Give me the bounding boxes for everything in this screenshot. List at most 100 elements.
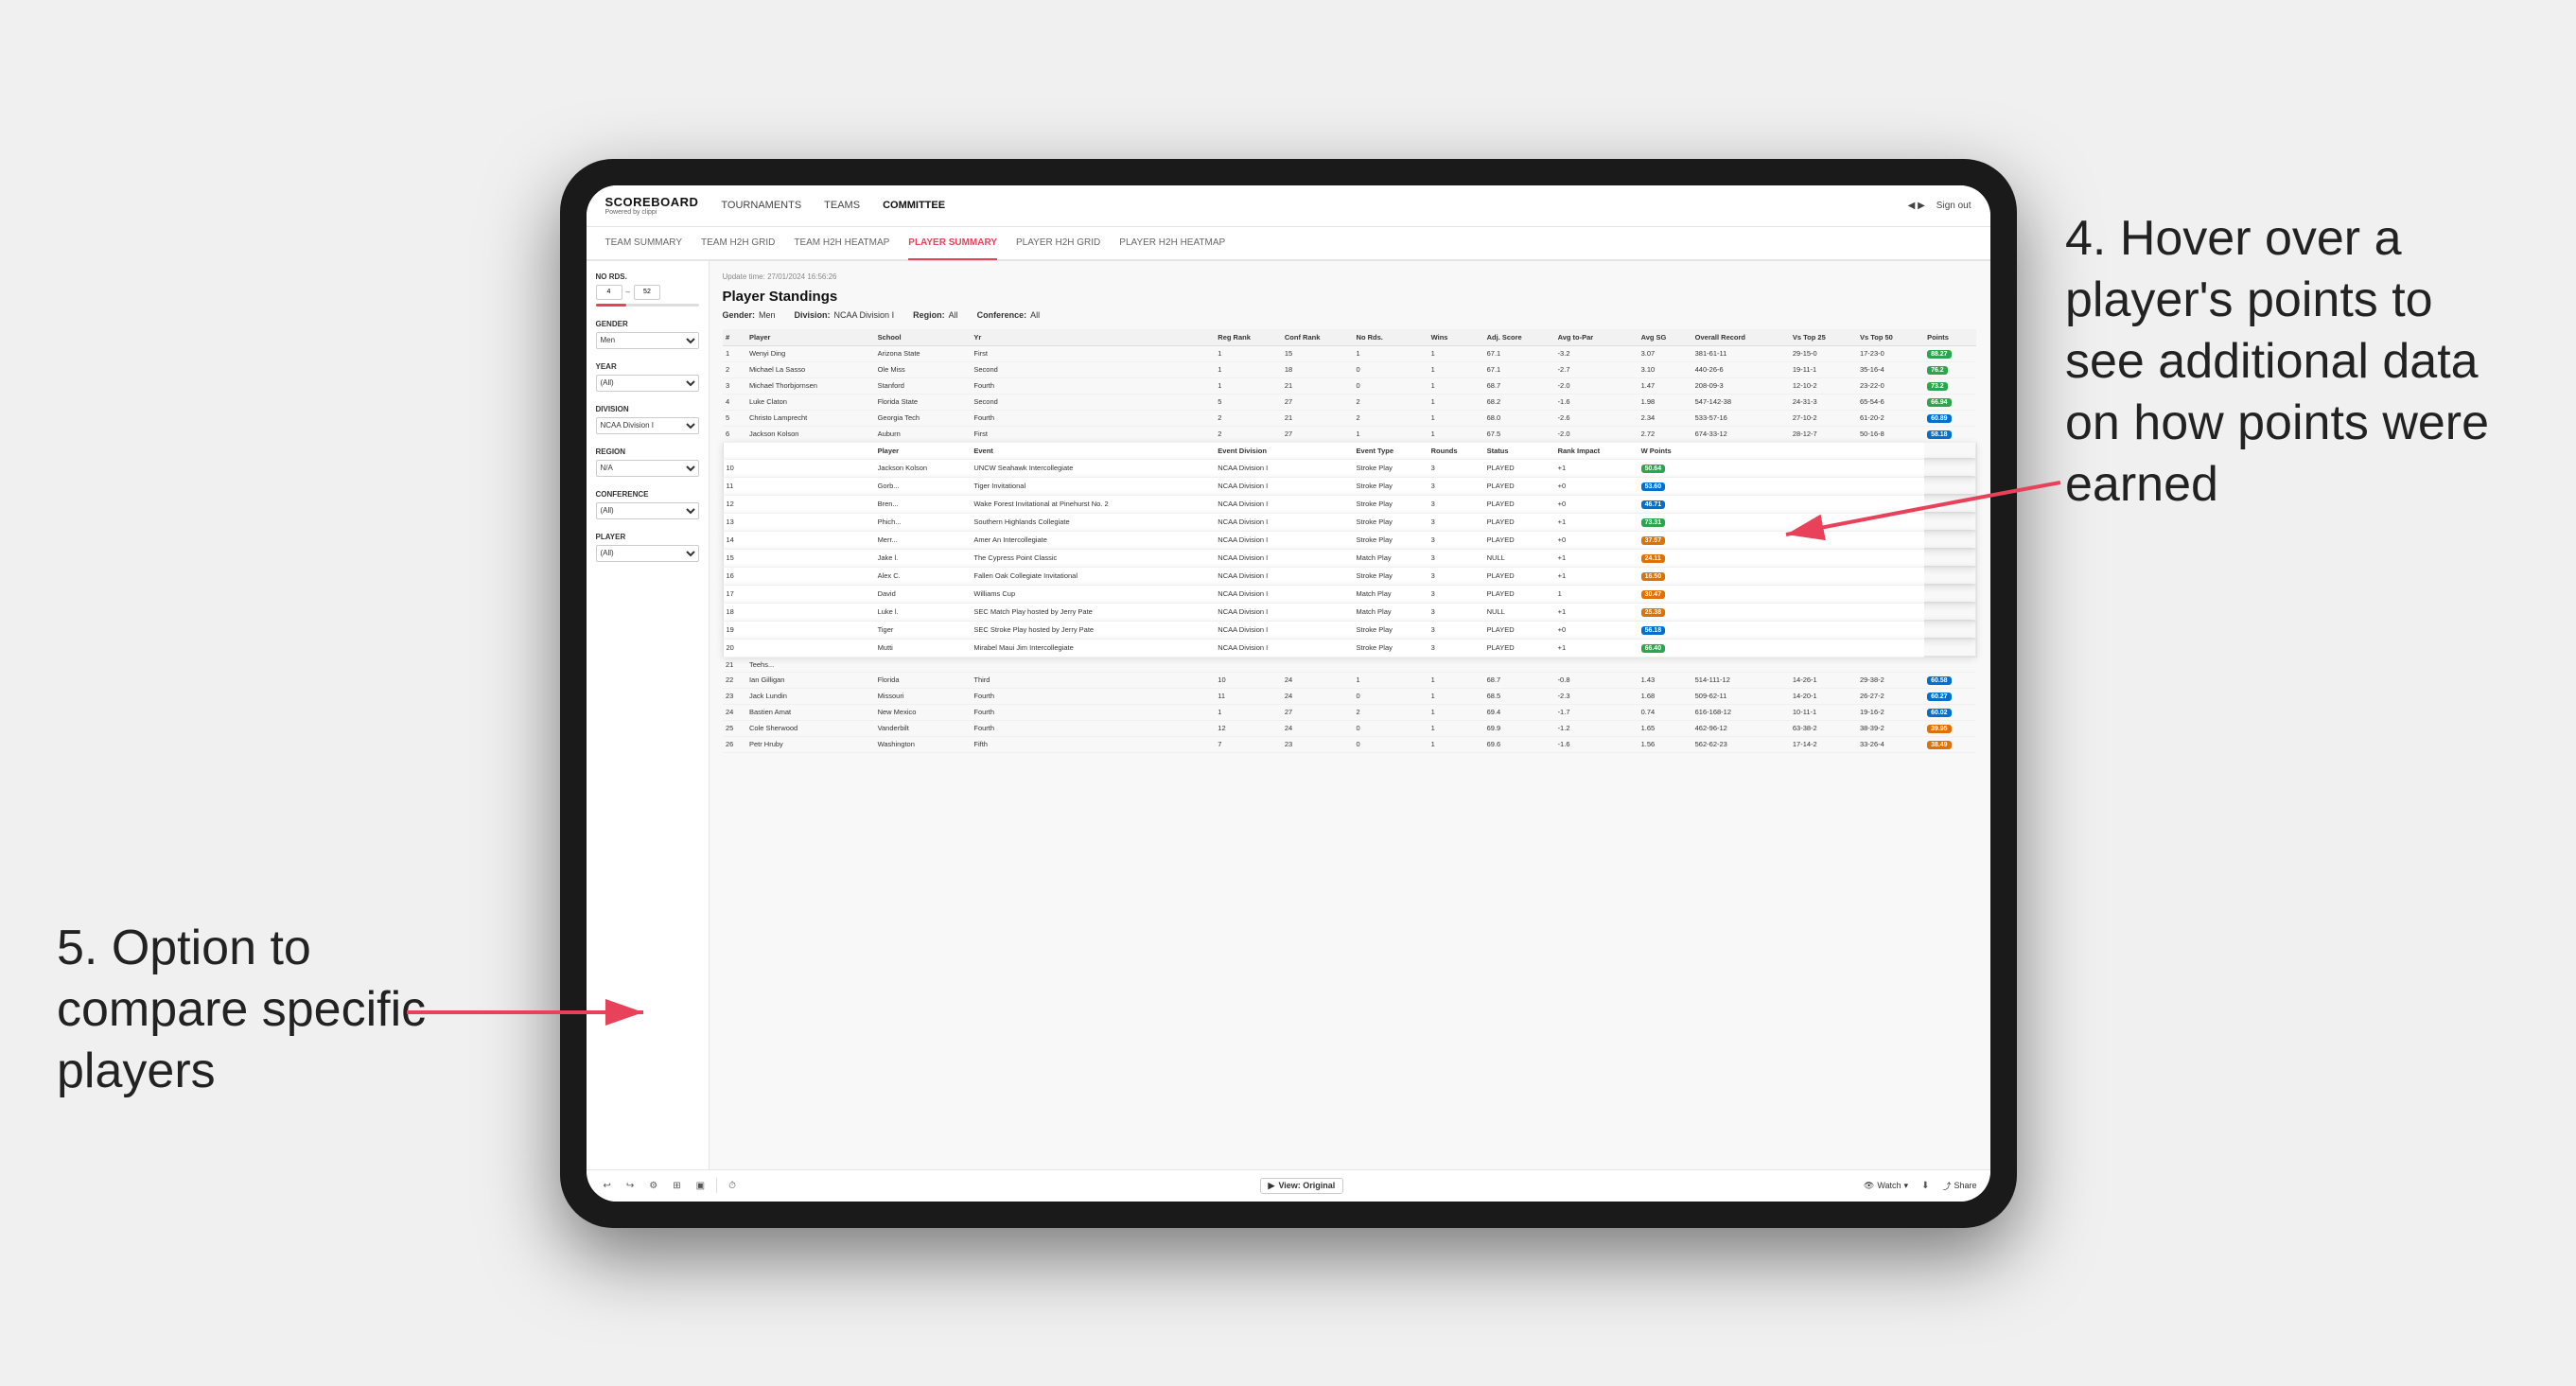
tab-player-h2h-grid[interactable]: PLAYER H2H GRID [1016,228,1100,260]
share-button[interactable]: ⤴ Share [1942,1180,1976,1192]
filter-year-select[interactable]: (All) [596,375,699,392]
col-wins: Wins [1428,329,1484,346]
points-badge[interactable]: 73.2 [1927,382,1948,391]
top-nav: SCOREBOARD Powered by clippi TOURNAMENTS… [587,185,1990,227]
filter-conference-select[interactable]: (All) [596,502,699,519]
region-value: All [949,310,958,320]
points-badge[interactable]: 60.27 [1927,693,1952,701]
share-icon: ⤴ [1942,1180,1951,1192]
view-icon: ▶ [1269,1181,1275,1191]
col-rank: # [723,329,746,346]
col-overall: Overall Record [1692,329,1790,346]
col-avg-topar: Avg to-Par [1555,329,1638,346]
filter-no-rds: No Rds. – [596,272,699,307]
tab-player-h2h-heatmap[interactable]: PLAYER H2H HEATMAP [1119,228,1225,260]
col-adj-score: Adj. Score [1484,329,1555,346]
filter-division: Division NCAA Division I [596,405,699,434]
settings-button[interactable]: ⚙ [645,1179,661,1193]
col-conf-rank: Conf Rank [1282,329,1354,346]
toolbar-center: ▶ View: Original [751,1178,1852,1194]
filter-no-rds-max[interactable] [634,285,660,300]
points-badge[interactable]: 60.02 [1927,709,1952,717]
nav-divider: ◀ ▶ [1908,201,1925,211]
points-badge[interactable]: 76.2 [1927,366,1948,375]
filter-gender-select[interactable]: Men Women [596,332,699,349]
filter-gender: Gender Men Women [596,320,699,349]
col-points: Points [1924,329,1976,346]
paste-button[interactable]: ▣ [692,1179,709,1193]
standings-panel: Update time: 27/01/2024 16:56:26 Player … [710,261,1990,1169]
table-row: 3 Michael Thorbjornsen Stanford Fourth 1… [723,377,1976,394]
arrow-player-filter [397,984,662,1041]
points-badge[interactable]: 39.95 [1927,725,1952,733]
table-row: 25 Cole Sherwood Vanderbilt Fourth 12 24… [723,720,1976,736]
table-row: 2 Michael La Sasso Ole Miss Second 1 18 … [723,361,1976,377]
timer-button[interactable]: ⏱ [725,1179,740,1193]
nav-tournaments[interactable]: TOURNAMENTS [721,200,801,211]
nav-committee[interactable]: COMMITTEE [883,200,945,211]
slider-bar [596,304,699,307]
col-vs-top25: Vs Top 25 [1790,329,1857,346]
col-school: School [875,329,972,346]
eye-icon: 👁 [1864,1181,1874,1191]
points-badge[interactable]: 60.89 [1927,414,1952,423]
tab-team-summary[interactable]: TEAM SUMMARY [605,228,683,260]
nav-teams[interactable]: TEAMS [824,200,860,211]
col-no-rds: No Rds. [1354,329,1428,346]
table-row: 22 Ian Gilligan Florida Third 10 24 1 1 … [723,672,1976,688]
tab-player-summary[interactable]: PLAYER SUMMARY [908,228,997,260]
arrow-hover-points [1767,464,2070,558]
points-badge[interactable]: 58.18 [1927,430,1952,439]
redo-button[interactable]: ↪ [622,1179,638,1193]
filter-player-label: Player [596,533,699,541]
filter-player-select[interactable]: (All) [596,545,699,562]
sign-out-link[interactable]: Sign out [1936,201,1971,211]
view-original-button[interactable]: ▶ View: Original [1260,1178,1344,1194]
filter-division-select[interactable]: NCAA Division I [596,417,699,434]
filter-division-label: Division [596,405,699,413]
filter-no-rds-min[interactable] [596,285,622,300]
table-row: 5 Christo Lamprecht Georgia Tech Fourth … [723,410,1976,426]
table-row: 23 Jack Lundin Missouri Fourth 11 24 0 1… [723,688,1976,704]
col-avg-sg: Avg SG [1638,329,1692,346]
points-badge[interactable]: 38.49 [1927,741,1952,749]
filter-year: Year (All) [596,362,699,392]
filter-year-label: Year [596,362,699,371]
watch-button[interactable]: 👁 Watch ▾ [1864,1181,1908,1191]
filter-gender-label: Gender [596,320,699,328]
col-player: Player [746,329,875,346]
division-value: NCAA Division I [834,310,895,320]
col-vs-top50: Vs Top 50 [1857,329,1924,346]
tooltip-row: 18 Luke l. SEC Match Play hosted by Jerr… [723,603,1976,621]
tooltip-row: 19 Tiger SEC Stroke Play hosted by Jerry… [723,621,1976,639]
filter-conference: Conference (All) [596,490,699,519]
points-badge[interactable]: 66.94 [1927,398,1952,407]
filter-conference-label: Conference [596,490,699,499]
nav-links: TOURNAMENTS TEAMS COMMITTEE [721,200,1907,211]
table-row: 6 Jackson Kolson Auburn First 2 27 1 1 6… [723,426,1976,442]
tooltip-row: 16 Alex C. Fallen Oak Collegiate Invitat… [723,567,1976,585]
points-badge[interactable]: 88.27 [1927,350,1952,359]
tooltip-header-row: Player Event Event Division Event Type R… [723,442,1976,459]
undo-button[interactable]: ↩ [600,1179,615,1193]
logo-text: SCOREBOARD [605,196,699,208]
filter-region-select[interactable]: N/A [596,460,699,477]
tab-team-h2h-heatmap[interactable]: TEAM H2H HEATMAP [794,228,889,260]
annotation-compare-players: 5. Option to compare specific players [57,918,454,1102]
sub-nav: TEAM SUMMARY TEAM H2H GRID TEAM H2H HEAT… [587,227,1990,261]
table-row: 4 Luke Claton Florida State Second 5 27 … [723,394,1976,410]
points-badge[interactable]: 60.58 [1927,676,1952,685]
table-row: 26 Petr Hruby Washington Fifth 7 23 0 1 … [723,736,1976,752]
tablet-frame: SCOREBOARD Powered by clippi TOURNAMENTS… [560,159,2017,1228]
download-button[interactable]: ⬇ [1918,1179,1933,1193]
slider-fill [596,304,627,307]
tablet-screen: SCOREBOARD Powered by clippi TOURNAMENTS… [587,185,1990,1202]
table-row: 24 Bastien Amat New Mexico Fourth 1 27 2… [723,704,1976,720]
tab-team-h2h-grid[interactable]: TEAM H2H GRID [701,228,775,260]
standings-title: Player Standings [723,289,1977,305]
conference-value: All [1030,310,1040,320]
copy-button[interactable]: ⊞ [669,1179,684,1193]
bottom-toolbar: ↩ ↪ ⚙ ⊞ ▣ ⏱ ▶ View: Original 👁 Watch ▾ [587,1169,1990,1202]
logo-sub: Powered by clippi [605,209,699,216]
toolbar-divider [716,1178,717,1193]
